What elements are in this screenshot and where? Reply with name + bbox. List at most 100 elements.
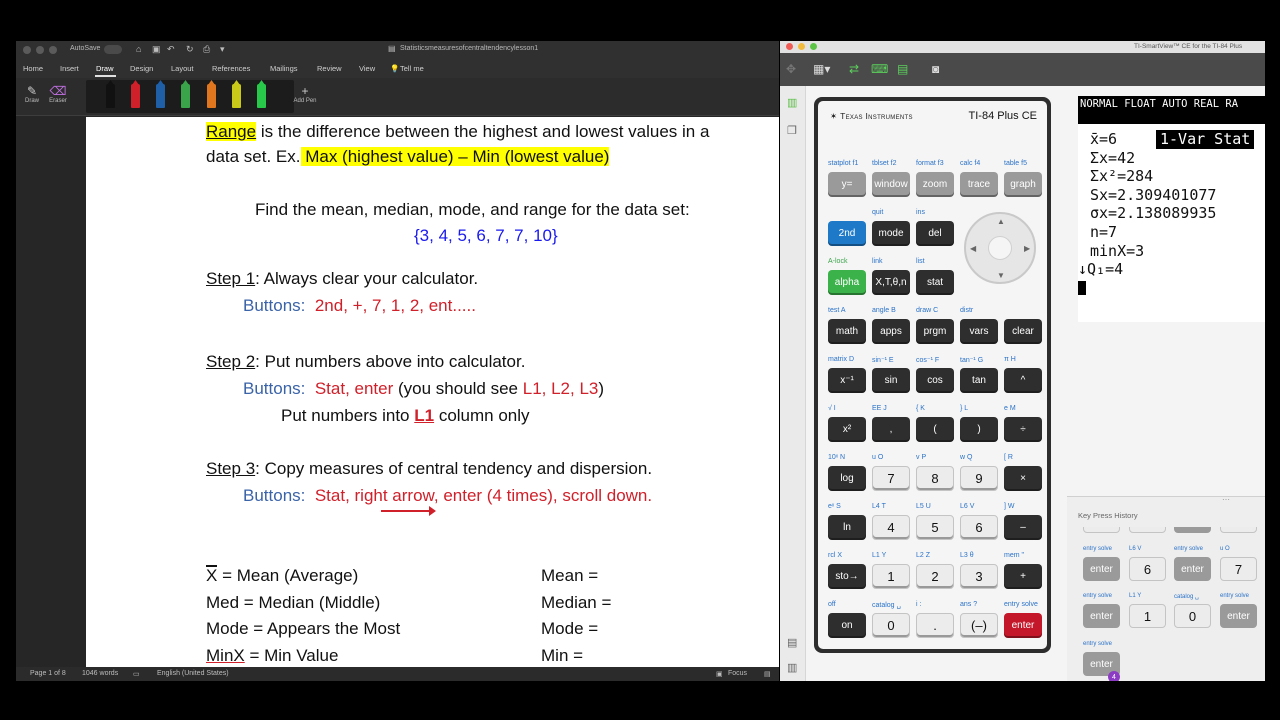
key-cos[interactable]: cos [916,368,954,393]
layout-icon[interactable]: ▤ [787,636,797,649]
key-alpha[interactable]: alpha [828,270,866,295]
draw-tool[interactable]: ✎ Draw [21,84,43,104]
pen-black[interactable] [106,84,115,108]
key-stat[interactable]: stat [916,270,954,295]
key-on[interactable]: on [828,613,866,638]
undo-icon[interactable]: ↶ [167,44,175,55]
history-key-0[interactable]: 0 [1174,604,1211,628]
tab-mailings[interactable]: Mailings [270,64,298,73]
maximize-window-button[interactable] [49,46,57,54]
history-key-enter[interactable]: enter [1083,604,1120,628]
key-[interactable]: ÷ [1004,417,1042,442]
tab-insert[interactable]: Insert [60,64,79,73]
calculator-select-icon[interactable]: ▦▾ [813,62,830,76]
key-6[interactable]: 6 [960,515,998,540]
minimize-window-button[interactable] [36,46,44,54]
key-[interactable]: ) [960,417,998,442]
ti-minimize-button[interactable] [798,43,805,50]
pen-red[interactable] [131,84,140,108]
key-enter[interactable]: enter [1004,613,1042,638]
pen-blue[interactable] [156,84,165,108]
key-5[interactable]: 5 [916,515,954,540]
pen-orange[interactable] [207,84,216,108]
key-0[interactable]: 0 [872,613,910,638]
tab-layout[interactable]: Layout [171,64,194,73]
key-8[interactable]: 8 [916,466,954,491]
tab-draw[interactable]: Draw [96,64,114,73]
key-7[interactable]: 7 [872,466,910,491]
key-4[interactable]: 4 [872,515,910,540]
key-vars[interactable]: vars [960,319,998,344]
tab-review[interactable]: Review [317,64,342,73]
keypad-icon[interactable]: ⌨ [871,62,888,76]
key-prgm[interactable]: prgm [916,319,954,344]
eraser-tool[interactable]: ⌫ Eraser [47,84,69,104]
history-key-enter[interactable]: enter [1174,557,1211,581]
tab-references[interactable]: References [212,64,250,73]
key-ln[interactable]: ln [828,515,866,540]
pen-green[interactable] [181,84,190,108]
key-3[interactable]: 3 [960,564,998,589]
key-del[interactable]: del [916,221,954,246]
key-sin[interactable]: sin [872,368,910,393]
history-key-6[interactable]: 6 [1129,557,1166,581]
calculator-icon[interactable]: ▥ [787,96,797,109]
print-icon[interactable]: ⎙ [203,44,210,55]
save-icon[interactable]: ▣ [152,44,161,55]
send-to-calc-icon[interactable]: ⇄ [849,62,859,76]
tab-view[interactable]: View [359,64,375,73]
key-math[interactable]: math [828,319,866,344]
key-[interactable]: – [1004,515,1042,540]
data-icon[interactable]: ▤ [897,62,908,76]
key-2[interactable]: 2 [916,564,954,589]
history-panel-icon[interactable]: ▥ [787,661,797,674]
resize-handle-icon[interactable]: ⋯ [1222,495,1230,504]
key-[interactable]: ( [916,417,954,442]
language[interactable]: English (United States) [157,670,229,677]
key-zoom[interactable]: zoom [916,172,954,197]
key-1[interactable]: 1 [872,564,910,589]
key-[interactable]: , [872,417,910,442]
key-clear[interactable]: clear [1004,319,1042,344]
focus-icon[interactable]: ▣ [716,670,723,678]
home-icon[interactable]: ⌂ [136,44,141,54]
ti-maximize-button[interactable] [810,43,817,50]
key-2nd[interactable]: 2nd [828,221,866,246]
tab-design[interactable]: Design [130,64,153,73]
key-x[interactable]: x⁻¹ [828,368,866,393]
key-9[interactable]: 9 [960,466,998,491]
key-window[interactable]: window [872,172,910,197]
document-page[interactable]: Range is the difference between the high… [86,117,779,667]
screenshot-camera-icon[interactable]: ◙ [932,62,939,76]
key-tan[interactable]: tan [960,368,998,393]
focus-mode[interactable]: Focus [728,670,747,677]
key-graph[interactable]: graph [1004,172,1042,197]
add-pen-button[interactable]: + Add Pen [290,84,320,104]
key-[interactable]: + [1004,564,1042,589]
key-log[interactable]: log [828,466,866,491]
key-[interactable]: × [1004,466,1042,491]
key-trace[interactable]: trace [960,172,998,197]
pen-yellow[interactable] [232,84,241,108]
history-key-enter[interactable]: enter [1083,557,1120,581]
word-count[interactable]: 1046 words [82,670,118,677]
tell-me-search[interactable]: Tell me [400,64,424,73]
key-apps[interactable]: apps [872,319,910,344]
proofing-icon[interactable]: ▭ [133,670,140,678]
key-mode[interactable]: mode [872,221,910,246]
history-key-7[interactable]: 7 [1220,557,1257,581]
history-key-1[interactable]: 1 [1129,604,1166,628]
arrow-up-icon[interactable]: ▲ [997,217,1005,226]
key-[interactable]: (–) [960,613,998,638]
copy-icon[interactable]: ❐ [787,124,797,137]
redo-icon[interactable]: ↻ [186,44,194,55]
key-x[interactable]: x² [828,417,866,442]
autosave-toggle[interactable] [104,45,122,54]
key-y[interactable]: y= [828,172,866,197]
read-mode-icon[interactable]: ▤ [764,670,771,678]
arrow-pad[interactable]: ▲ ▼ ◀ ▶ [964,212,1036,284]
arrow-down-icon[interactable]: ▼ [997,271,1005,280]
ti-close-button[interactable] [786,43,793,50]
close-window-button[interactable] [23,46,31,54]
key-[interactable]: . [916,613,954,638]
